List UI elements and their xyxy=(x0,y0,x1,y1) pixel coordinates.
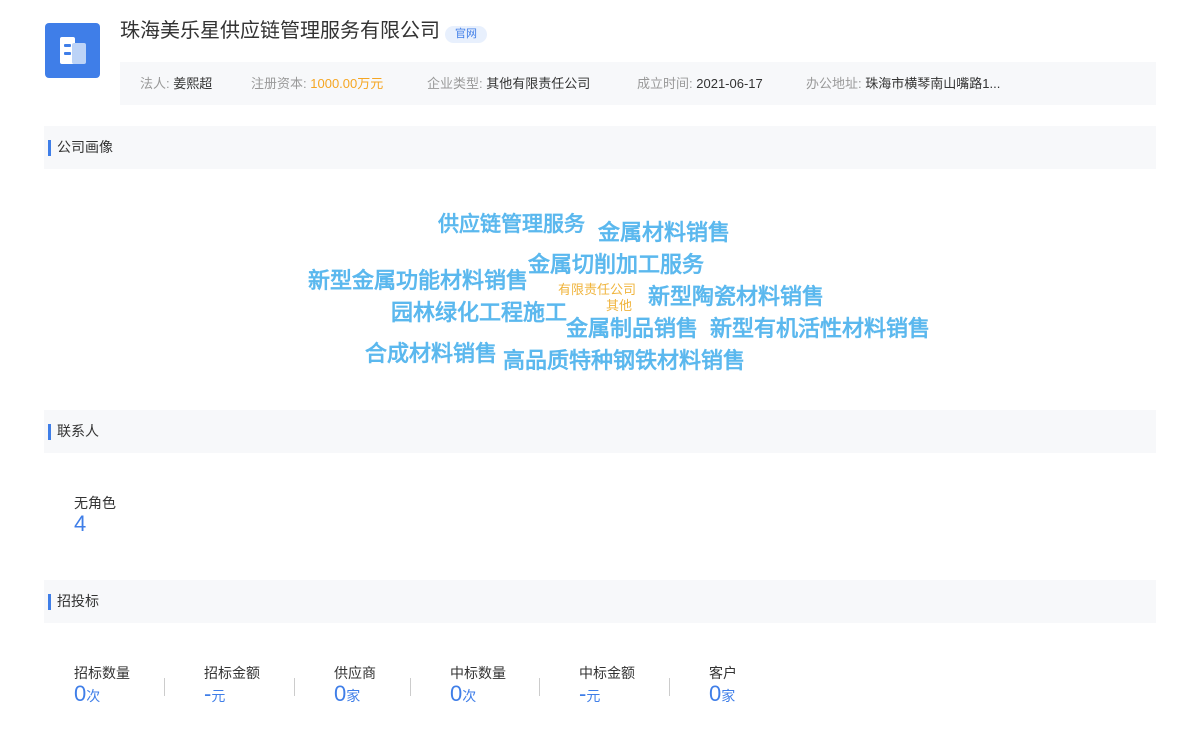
section-contacts-header: 联系人 xyxy=(44,410,1156,453)
supplier-label: 供应商 xyxy=(334,665,376,681)
word-cloud-tag: 供应链管理服务 xyxy=(438,213,585,236)
bid-count-label: 招标数量 xyxy=(74,665,130,681)
capital-value: 1000.00万元 xyxy=(310,76,384,91)
office-address: 办公地址: 珠海市横琴南山嘴路1... xyxy=(806,62,1000,105)
stat-unit: 家 xyxy=(346,688,361,704)
type-value: 其他有限责任公司 xyxy=(486,76,591,91)
word-cloud-tag: 金属切削加工服务 xyxy=(528,252,705,277)
stat-number: 0 xyxy=(74,681,87,706)
founded-date: 成立时间: 2021-06-17 xyxy=(637,62,763,105)
stat-divider xyxy=(294,678,295,696)
company-logo xyxy=(45,23,100,78)
word-cloud-tag: 合成材料销售 xyxy=(365,341,498,366)
section-title: 公司画像 xyxy=(57,139,113,155)
word-cloud-tag: 金属材料销售 xyxy=(598,220,731,245)
customer-value[interactable]: 0家 xyxy=(709,681,735,707)
contact-role-label: 无角色 xyxy=(74,495,116,511)
win-count-value[interactable]: 0次 xyxy=(450,681,476,707)
bid-amount-value[interactable]: -元 xyxy=(204,681,225,707)
bid-count-value[interactable]: 0次 xyxy=(74,681,100,707)
section-title: 招投标 xyxy=(57,593,99,609)
company-name: 珠海美乐星供应链管理服务有限公司 xyxy=(120,20,440,42)
customer-label: 客户 xyxy=(709,665,737,681)
company-type: 企业类型: 其他有限责任公司 xyxy=(427,62,590,105)
official-site-badge[interactable]: 官网 xyxy=(445,26,487,43)
win-count-label: 中标数量 xyxy=(450,665,506,681)
legal-person: 法人: 姜熙超 xyxy=(140,62,212,105)
section-accent-bar xyxy=(48,140,51,156)
word-cloud-tag: 新型陶瓷材料销售 xyxy=(648,284,825,309)
section-accent-bar xyxy=(48,594,51,610)
section-accent-bar xyxy=(48,424,51,440)
registered-capital: 注册资本: 1000.00万元 xyxy=(251,62,383,105)
stat-number: 0 xyxy=(709,681,722,706)
stat-unit: 元 xyxy=(586,688,601,704)
stat-unit: 家 xyxy=(721,688,736,704)
stat-divider xyxy=(164,678,165,696)
word-cloud-tag: 金属制品销售 xyxy=(566,316,699,341)
stat-divider xyxy=(539,678,540,696)
stat-number: 0 xyxy=(334,681,347,706)
address-label: 办公地址: xyxy=(806,76,862,91)
building-icon xyxy=(60,37,86,64)
date-label: 成立时间: xyxy=(637,76,693,91)
stat-number: 0 xyxy=(450,681,463,706)
win-amount-value[interactable]: -元 xyxy=(579,681,600,707)
contact-role-count[interactable]: 4 xyxy=(74,511,86,537)
stat-divider xyxy=(669,678,670,696)
supplier-value[interactable]: 0家 xyxy=(334,681,360,707)
win-amount-label: 中标金额 xyxy=(579,665,635,681)
date-value: 2021-06-17 xyxy=(696,76,763,91)
legal-person-value: 姜熙超 xyxy=(173,76,213,91)
bid-amount-label: 招标金额 xyxy=(204,665,260,681)
section-title: 联系人 xyxy=(57,423,99,439)
word-cloud-tag: 高品质特种钢铁材料销售 xyxy=(503,348,746,373)
stat-unit: 元 xyxy=(211,688,226,704)
word-cloud-tag: 新型有机活性材料销售 xyxy=(710,316,931,341)
legal-person-label: 法人: xyxy=(140,76,170,91)
word-cloud: 供应链管理服务 金属材料销售 金属切削加工服务 新型金属功能材料销售 有限责任公… xyxy=(0,170,1200,400)
section-bidding-header: 招投标 xyxy=(44,580,1156,623)
stat-divider xyxy=(410,678,411,696)
stat-unit: 次 xyxy=(462,688,477,704)
address-value: 珠海市横琴南山嘴路1... xyxy=(865,76,1001,91)
word-cloud-tag: 园林绿化工程施工 xyxy=(391,300,568,325)
word-cloud-tag: 新型金属功能材料销售 xyxy=(308,268,529,293)
company-info-bar: 法人: 姜熙超 注册资本: 1000.00万元 企业类型: 其他有限责任公司 成… xyxy=(120,62,1156,105)
capital-label: 注册资本: xyxy=(251,76,307,91)
type-label: 企业类型: xyxy=(427,76,483,91)
stat-unit: 次 xyxy=(86,688,101,704)
section-profile-header: 公司画像 xyxy=(44,126,1156,169)
